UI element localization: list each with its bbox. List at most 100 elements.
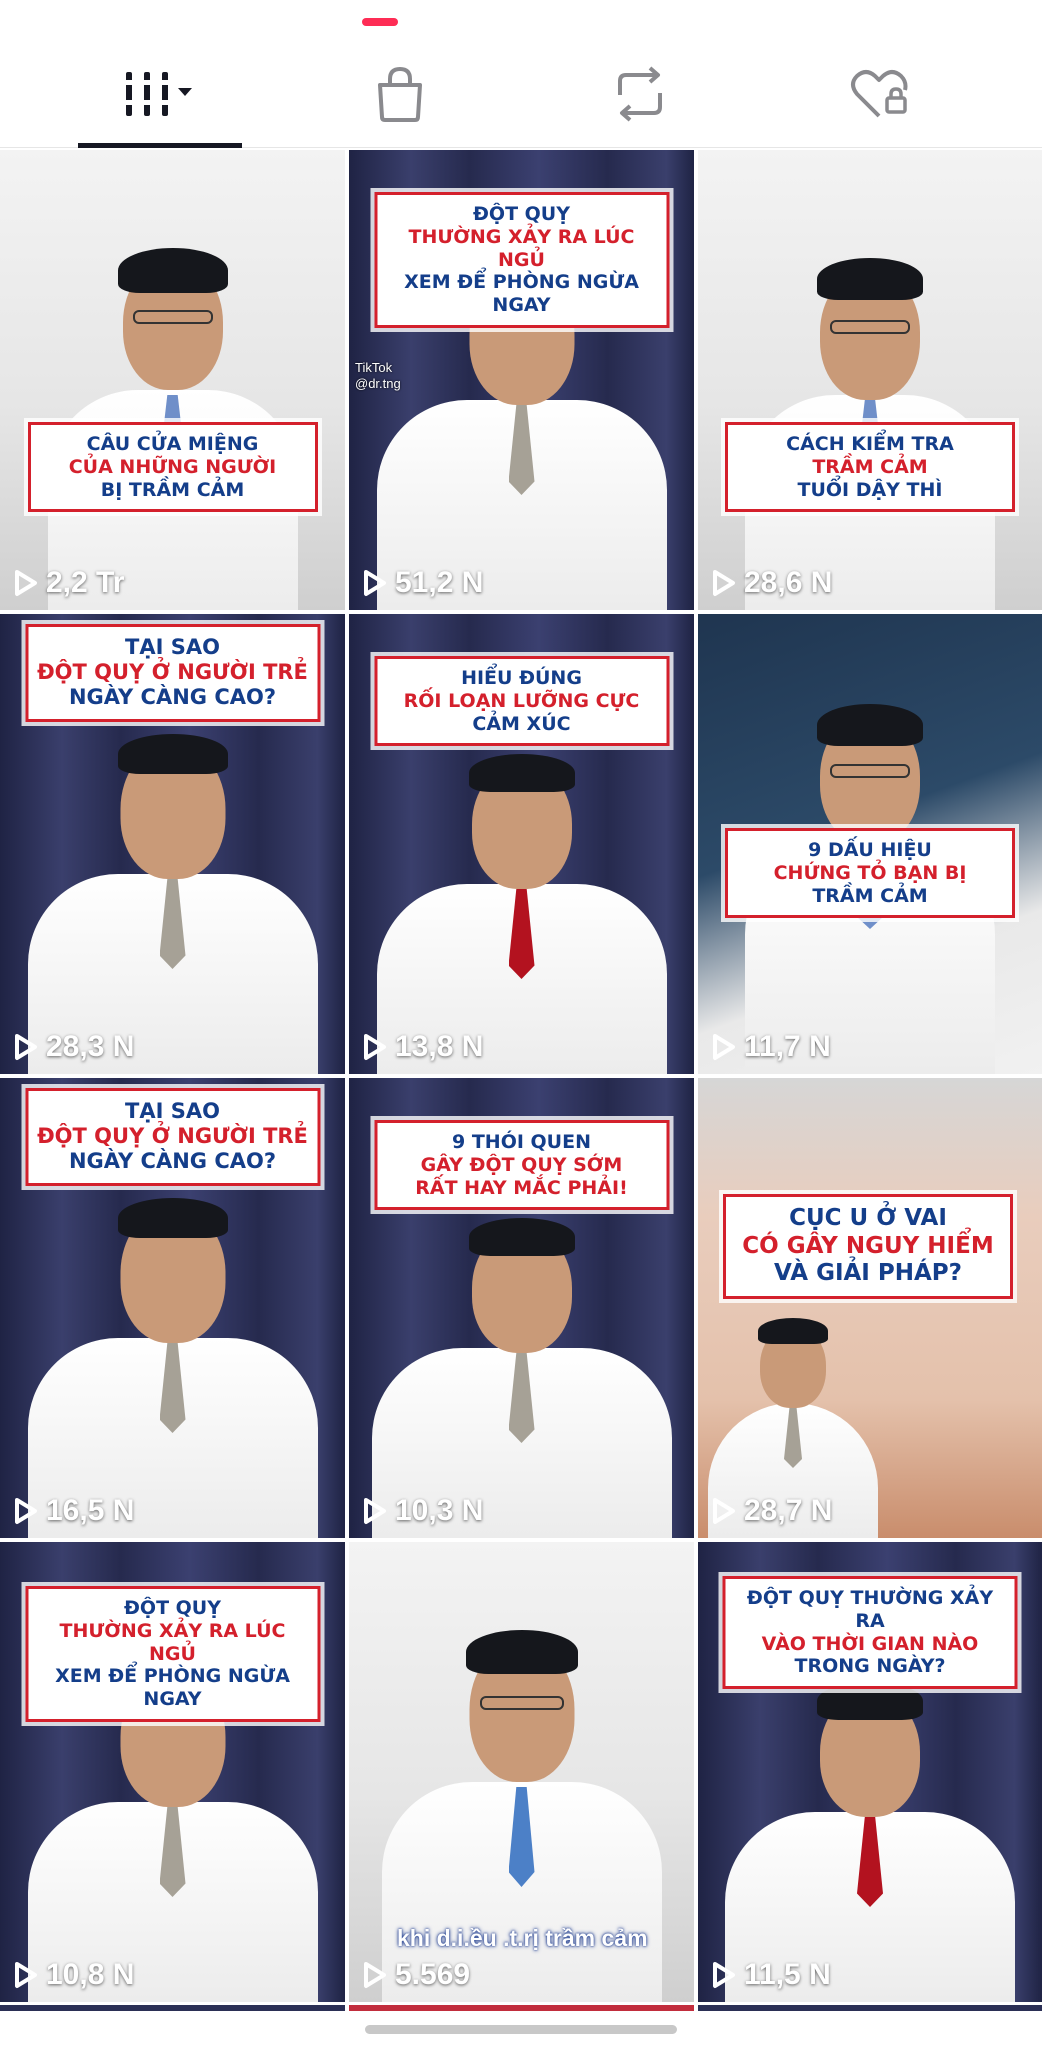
view-count: 28,3 N [46, 1030, 135, 1063]
caption-line: ĐỘT QUỴ Ở NGƯỜI TRẺ [37, 1124, 308, 1149]
video-tile[interactable]: ĐỘT QUỴ THƯỜNG XẢY RA LÚC NGỦ XEM ĐỂ PHÒ… [349, 150, 694, 610]
caption-line: CỤC U Ở VAI [789, 1205, 947, 1231]
video-grid: CÂU CỬA MIỆNG CỦA NHỮNG NGƯỜI BỊ TRẦM CẢ… [0, 150, 1042, 2005]
home-indicator[interactable] [365, 2025, 677, 2034]
video-tile[interactable]: 9 THÓI QUEN GÂY ĐỘT QUỴ SỚM RẤT HAY MẮC … [349, 1078, 694, 1538]
view-count: 13,8 N [395, 1030, 484, 1063]
play-count: 28,3 N [14, 1030, 134, 1064]
caption-card: TẠI SAO ĐỘT QUỴ Ở NGƯỜI TRẺ NGÀY CÀNG CA… [25, 624, 320, 722]
doctor-figure [371, 1208, 672, 1538]
caption-line: NGÀY CÀNG CAO? [68, 685, 277, 710]
caption-line: NGÀY CÀNG CAO? [68, 1149, 277, 1174]
play-icon [363, 1961, 387, 1989]
video-tile[interactable]: ĐỘT QUỴ THƯỜNG XẢY RA VÀO THỜI GIAN NÀO … [698, 1542, 1042, 2002]
play-count: 28,7 N [712, 1494, 832, 1528]
doctor-figure [47, 230, 298, 610]
caption-line: CẢM XÚC [472, 712, 571, 735]
caption-line: TẠI SAO [125, 635, 220, 659]
play-icon [712, 1033, 736, 1061]
play-icon [14, 1033, 38, 1061]
caption-line: ĐỘT QUỴ [124, 1597, 221, 1619]
caption-line: ĐỘT QUỴ THƯỜNG XẢY RA [746, 1587, 994, 1632]
caption-line: ĐỘT QUỴ [473, 203, 570, 225]
caption-line: VÀO THỜI GIAN NÀO [761, 1632, 979, 1655]
profile-tab-bar [0, 40, 1042, 148]
caption-line: CÁCH KIỂM TRA [786, 433, 954, 455]
tiktok-watermark: TikTok @dr.tng [355, 360, 401, 391]
video-tile[interactable]: khi d.i.ều .t.rị trầm cảm 5.569 [349, 1542, 694, 2002]
play-icon [14, 569, 38, 597]
caption-line: 9 THÓI QUEN [452, 1131, 591, 1153]
play-icon [363, 1497, 387, 1525]
shopping-bag-icon [372, 65, 428, 123]
caption-card: ĐỘT QUỴ THƯỜNG XẢY RA LÚC NGỦ XEM ĐỂ PHÒ… [25, 1586, 320, 1722]
view-count: 28,6 N [744, 566, 833, 599]
play-count: 51,2 N [363, 566, 483, 600]
caption-line: TẠI SAO [125, 1099, 220, 1123]
video-tile[interactable]: CỤC U Ở VAI CÓ GÂY NGUY HIỂM VÀ GIẢI PHÁ… [698, 1078, 1042, 1538]
play-icon [363, 569, 387, 597]
view-count: 10,3 N [395, 1494, 484, 1527]
view-count: 51,2 N [395, 566, 484, 599]
heart-lock-icon [849, 66, 911, 122]
play-icon [14, 1961, 38, 1989]
tab-liked[interactable] [760, 40, 1000, 148]
caption-line: CHỨNG TỎ BẠN BỊ [773, 861, 967, 884]
play-count: 11,5 N [712, 1958, 831, 1992]
view-count: 5.569 [395, 1958, 471, 1991]
doctor-figure [745, 230, 995, 610]
caption-line: GÂY ĐỘT QUỴ SỚM [420, 1153, 623, 1176]
tab-shop[interactable] [280, 40, 520, 148]
caption-line: 9 DẤU HIỆU [808, 839, 932, 861]
caption-line: VÀ GIẢI PHÁP? [774, 1260, 962, 1287]
caption-card: CỤC U Ở VAI CÓ GÂY NGUY HIỂM VÀ GIẢI PHÁ… [723, 1194, 1013, 1299]
video-subtitle: khi d.i.ều .t.rị trầm cảm [397, 1925, 648, 1951]
play-icon [712, 1961, 736, 1989]
next-row-peek [0, 2005, 1042, 2011]
caption-card: HIỂU ĐÚNG RỐI LOẠN LƯỠNG CỰC CẢM XÚC [374, 656, 669, 747]
view-count: 28,7 N [744, 1494, 833, 1527]
doctor-figure [725, 1672, 1015, 2002]
caption-card: CÂU CỬA MIỆNG CỦA NHỮNG NGƯỜI BỊ TRẦM CẢ… [27, 422, 318, 513]
play-icon [363, 1033, 387, 1061]
accent-bar [362, 18, 398, 26]
video-tile[interactable]: TẠI SAO ĐỘT QUỴ Ở NGƯỜI TRẺ NGÀY CÀNG CA… [0, 614, 345, 1074]
caption-line: TRONG NGÀY? [794, 1655, 946, 1678]
view-count: 11,5 N [744, 1958, 831, 1991]
video-tile[interactable]: CÁCH KIỂM TRA TRẦM CẢM TUỔI DẬY THÌ 28,6… [698, 150, 1042, 610]
caption-line: RỐI LOẠN LƯỠNG CỰC [403, 689, 640, 712]
play-count: 10,3 N [363, 1494, 483, 1528]
caption-line: CÂU CỬA MIỆNG [86, 433, 259, 455]
video-tile[interactable]: TẠI SAO ĐỘT QUỴ Ở NGƯỜI TRẺ NGÀY CÀNG CA… [0, 1078, 345, 1538]
caption-line: BỊ TRẦM CẢM [100, 478, 245, 501]
view-count: 10,8 N [46, 1958, 135, 1991]
caption-line: RẤT HAY MẮC PHẢI! [415, 1176, 628, 1199]
play-count: 16,5 N [14, 1494, 134, 1528]
play-count: 5.569 [363, 1958, 470, 1992]
play-icon [712, 1497, 736, 1525]
caption-line: XEM ĐỂ PHÒNG NGỪA NGAY [404, 271, 639, 317]
caption-line: TUỔI DẬY THÌ [797, 478, 943, 501]
video-tile[interactable]: 9 DẤU HIỆU CHỨNG TỎ BẠN BỊ TRẦM CẢM 11,7… [698, 614, 1042, 1074]
play-count: 2,2 Tr [14, 566, 124, 600]
doctor-figure [376, 744, 667, 1074]
video-tile[interactable]: ĐỘT QUỴ THƯỜNG XẢY RA LÚC NGỦ XEM ĐỂ PHÒ… [0, 1542, 345, 2002]
grid-icon [120, 64, 200, 124]
tab-reposts[interactable] [520, 40, 760, 148]
video-tile[interactable]: CÂU CỬA MIỆNG CỦA NHỮNG NGƯỜI BỊ TRẦM CẢ… [0, 150, 345, 610]
video-tile[interactable]: HIỂU ĐÚNG RỐI LOẠN LƯỠNG CỰC CẢM XÚC 13,… [349, 614, 694, 1074]
caption-line: THƯỜNG XẢY RA LÚC NGỦ [408, 225, 635, 271]
caption-line: ĐỘT QUỴ Ở NGƯỜI TRẺ [37, 660, 308, 685]
profile-header-remnant [0, 0, 1042, 40]
view-count: 2,2 Tr [46, 566, 125, 599]
caption-line: TRẦM CẢM [812, 884, 928, 907]
view-count: 11,7 N [744, 1030, 831, 1063]
doctor-figure [27, 1168, 318, 1538]
tab-videos[interactable] [40, 40, 280, 148]
caption-card: 9 THÓI QUEN GÂY ĐỘT QUỴ SỚM RẤT HAY MẮC … [374, 1120, 669, 1211]
play-count: 10,8 N [14, 1958, 134, 1992]
bottom-area [0, 2005, 1042, 2048]
doctor-figure [27, 704, 318, 1074]
play-icon [14, 1497, 38, 1525]
caption-line: CÓ GÂY NGUY HIỂM [742, 1232, 994, 1259]
